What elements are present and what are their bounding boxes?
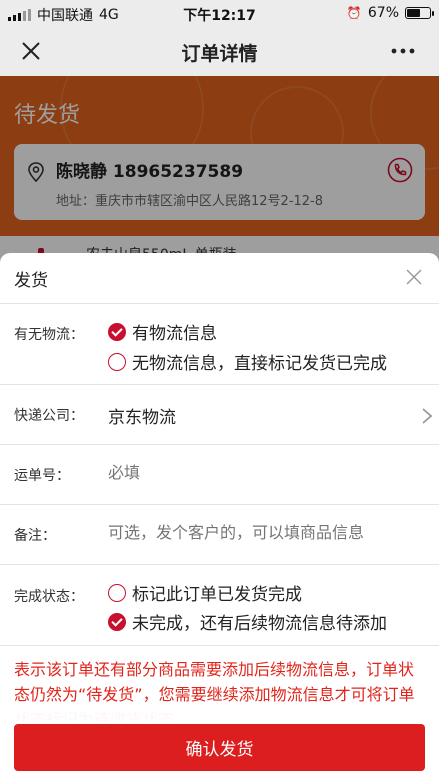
status-bar: 中国联通 4G 下午12:17 ⏰ 67% <box>0 0 439 26</box>
radio-icon[interactable] <box>108 583 126 602</box>
logistics-label: 有无物流： <box>14 327 84 343</box>
ship-sheet: 发货 有无物流： 有物流信息 无物流信息，直接标记发货已完成 快递公司： 京东物… <box>0 253 439 784</box>
option-label: 有物流信息 <box>132 324 217 344</box>
option-label: 未完成，还有后续物流信息待添加 <box>132 614 387 634</box>
option-label: 标记此订单已发货完成 <box>132 585 302 605</box>
battery-percent: 67% <box>367 5 399 21</box>
completion-option-done[interactable]: 标记此订单已发货完成 <box>108 580 302 605</box>
courier-value[interactable]: 京东物流 <box>108 403 176 428</box>
nav-bar: 订单详情 <box>0 26 439 76</box>
confirm-bar: 确认发货 <box>0 711 439 784</box>
confirm-ship-button[interactable]: 确认发货 <box>14 724 425 771</box>
courier-row[interactable]: 快递公司： 京东物流 <box>0 385 439 445</box>
sheet-title: 发货 <box>14 271 48 291</box>
tracking-label: 运单号： <box>14 468 70 484</box>
alarm-icon: ⏰ <box>346 6 362 20</box>
chevron-right-icon[interactable] <box>421 407 433 425</box>
page-title: 订单详情 <box>181 43 258 65</box>
radio-icon[interactable] <box>108 352 126 371</box>
tracking-number-input[interactable] <box>108 463 418 482</box>
close-icon[interactable] <box>405 268 423 286</box>
logistics-option-no-info[interactable]: 无物流信息，直接标记发货已完成 <box>108 349 387 374</box>
radio-icon[interactable] <box>108 612 126 631</box>
completion-row: 完成状态： 标记此订单已发货完成 未完成，还有后续物流信息待添加 <box>0 565 439 646</box>
tracking-row: 运单号： <box>0 445 439 505</box>
radio-icon[interactable] <box>108 322 126 341</box>
completion-option-pending[interactable]: 未完成，还有后续物流信息待添加 <box>108 609 387 634</box>
remark-input[interactable] <box>108 523 418 542</box>
battery-icon <box>405 7 434 19</box>
completion-label: 完成状态： <box>14 589 84 605</box>
more-dots-icon[interactable] <box>389 40 417 62</box>
logistics-row: 有无物流： 有物流信息 无物流信息，直接标记发货已完成 <box>0 304 439 385</box>
courier-label: 快递公司： <box>14 408 84 424</box>
remark-row: 备注： <box>0 505 439 565</box>
option-label: 无物流信息，直接标记发货已完成 <box>132 354 387 374</box>
remark-label: 备注： <box>14 528 56 544</box>
logistics-option-with-info[interactable]: 有物流信息 <box>108 319 217 344</box>
sheet-header: 发货 <box>0 253 439 304</box>
